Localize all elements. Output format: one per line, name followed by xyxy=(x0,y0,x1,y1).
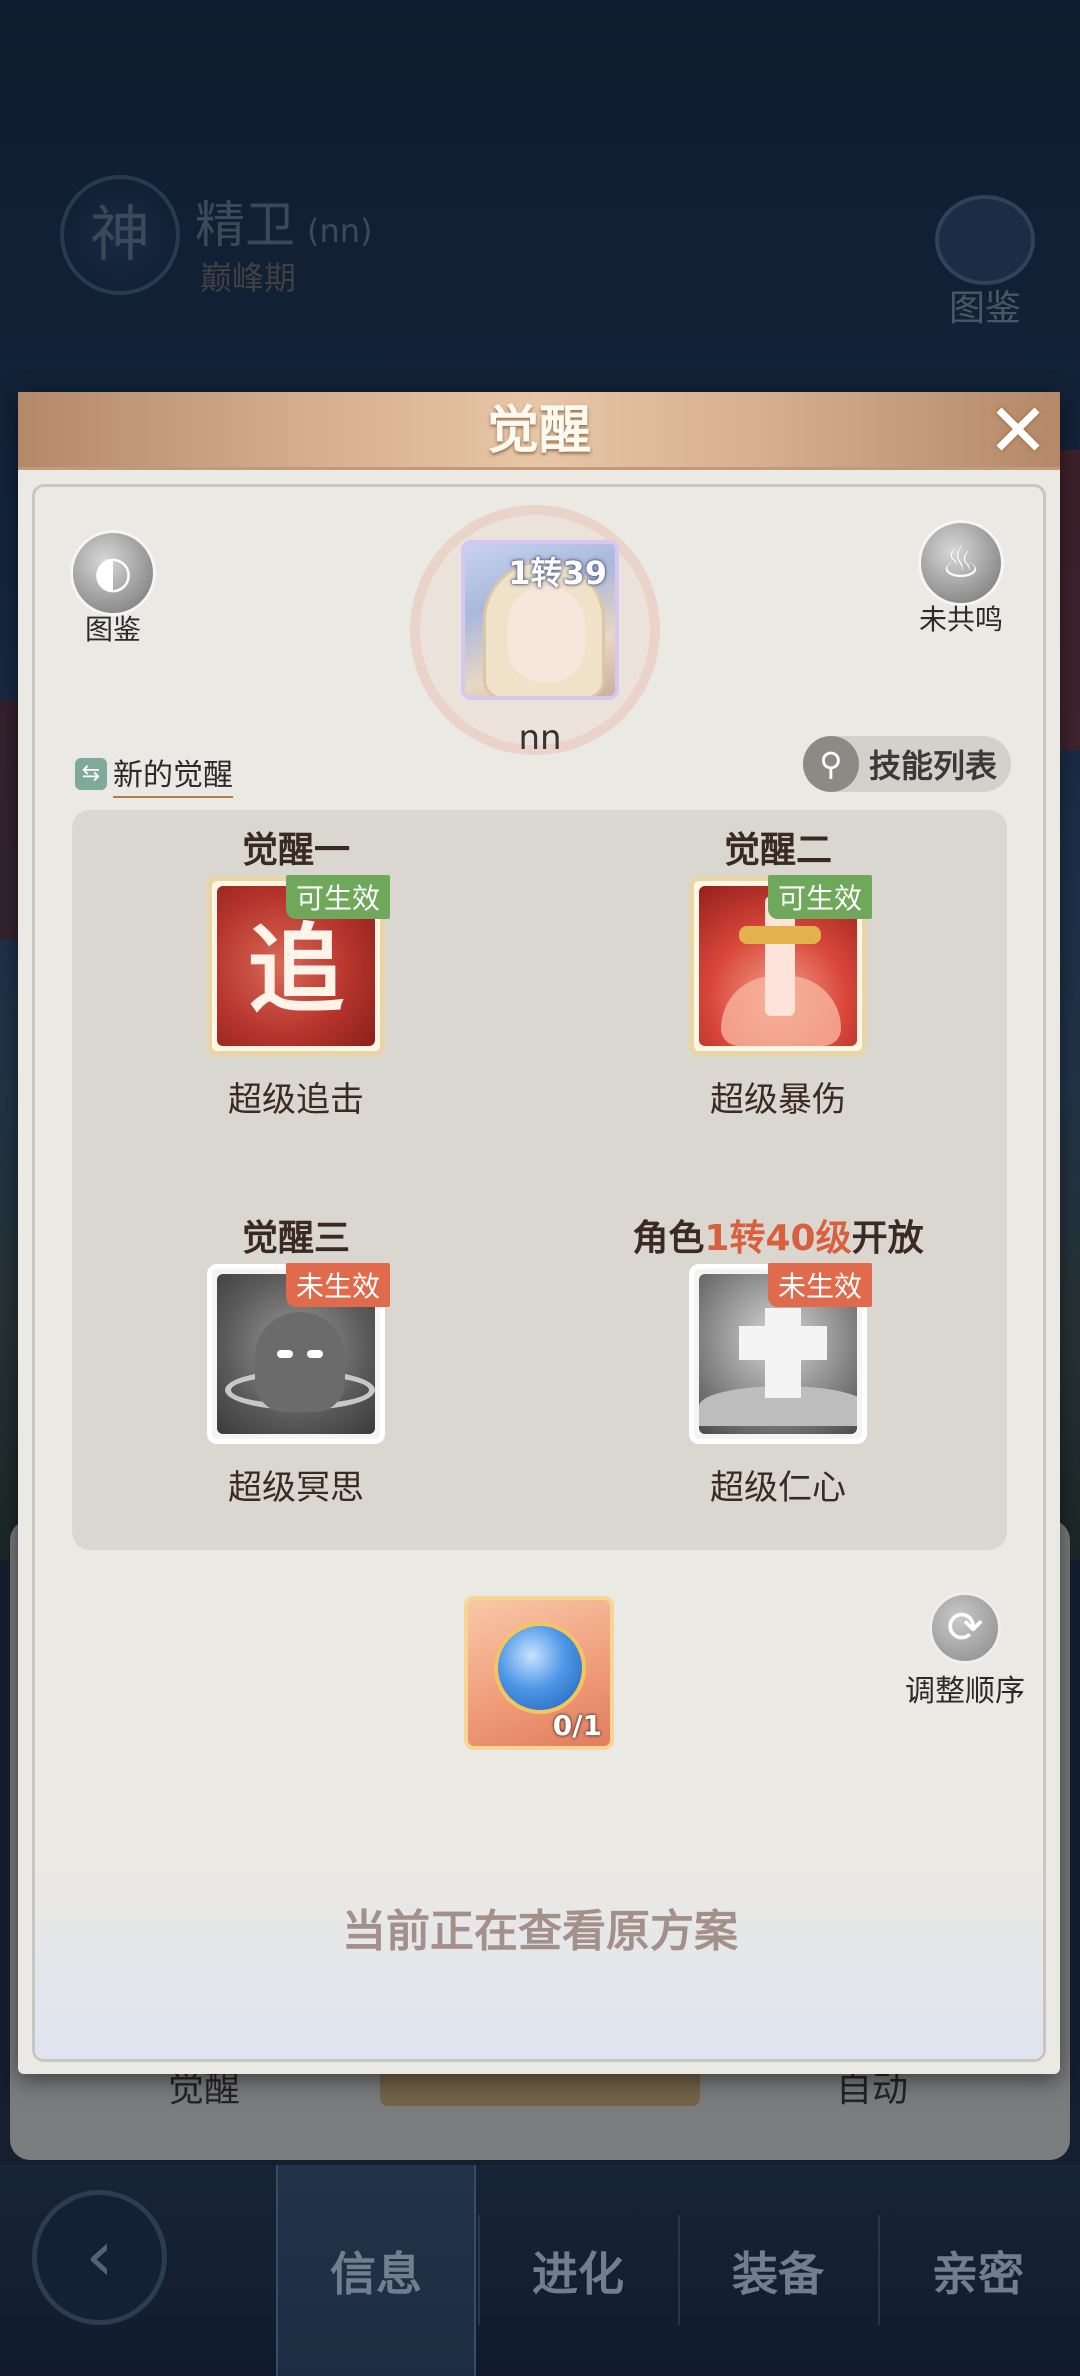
slot-icon[interactable]: 可生效 xyxy=(689,875,872,1056)
slot-icon[interactable]: 未生效 xyxy=(207,1263,390,1444)
swap-icon: ⇆ xyxy=(75,758,107,790)
status-badge: 未生效 xyxy=(285,1263,390,1307)
awakening-slot-2[interactable]: 觉醒二 可生效 超级暴伤 xyxy=(628,826,928,1121)
awakening-grid: 觉醒一 追 可生效 超级追击 觉醒二 可生效 超级暴伤 觉醒三 未生效 超级冥思… xyxy=(72,810,1007,1550)
hero-portrait[interactable]: 1转39 xyxy=(461,540,619,700)
cross-shape xyxy=(739,1326,827,1360)
viewing-plan-note: 当前正在查看原方案 xyxy=(342,1906,738,1957)
content-fade xyxy=(35,1859,1043,2059)
hero-face xyxy=(507,586,585,682)
eye-shape xyxy=(307,1350,323,1358)
slot-icon[interactable]: 追 可生效 xyxy=(207,875,390,1056)
status-badge: 可生效 xyxy=(767,875,872,919)
awakening-slot-3[interactable]: 觉醒三 未生效 超级冥思 xyxy=(146,1214,446,1509)
codex-button[interactable]: ◐ 图鉴 xyxy=(58,530,168,648)
slot-icon[interactable]: 未生效 xyxy=(689,1263,872,1444)
new-awakening-link[interactable]: ⇆ 新的觉醒 xyxy=(75,750,233,798)
hero-level-badge: 1转39 xyxy=(508,554,607,592)
awakening-material-item[interactable]: 0/1 xyxy=(464,1596,614,1750)
hero-name-label: nn xyxy=(518,718,562,758)
reorder-button[interactable]: ⟳ 调整顺序 xyxy=(880,1592,1050,1710)
devil-shape xyxy=(255,1312,345,1412)
sword-guard xyxy=(739,926,821,944)
item-count: 0/1 xyxy=(552,1709,602,1742)
requirement-level: 1转40级 xyxy=(704,1218,852,1259)
book-icon: ◐ xyxy=(70,530,156,616)
new-awakening-label: 新的觉醒 xyxy=(113,750,233,798)
slot-name: 超级冥思 xyxy=(228,1468,364,1508)
skill-list-label: 技能列表 xyxy=(869,747,998,785)
resonance-label: 未共鸣 xyxy=(918,603,1003,636)
slot-unlock-requirement: 角色1转40级开放 xyxy=(628,1214,928,1264)
close-icon[interactable]: ✕ xyxy=(982,394,1054,468)
refresh-icon: ⟳ xyxy=(929,1592,1001,1664)
slot-name: 超级追击 xyxy=(228,1080,364,1120)
requirement-prefix: 角色 xyxy=(632,1218,705,1259)
requirement-suffix: 开放 xyxy=(851,1218,924,1259)
dialog-title: 觉醒 xyxy=(486,400,591,461)
slot-title: 觉醒一 xyxy=(241,830,350,871)
flame-orb-icon: ♨ xyxy=(918,520,1004,606)
skill-list-button[interactable]: ⚲ 技能列表 xyxy=(803,736,1011,792)
status-badge: 未生效 xyxy=(767,1263,872,1307)
slot-name: 超级仁心 xyxy=(710,1468,846,1508)
slot-title: 觉醒二 xyxy=(723,830,832,871)
slot-name: 超级暴伤 xyxy=(710,1080,846,1120)
awakening-slot-1[interactable]: 觉醒一 追 可生效 超级追击 xyxy=(146,826,446,1121)
resonance-button[interactable]: ♨ 未共鸣 xyxy=(906,520,1016,638)
eye-shape xyxy=(277,1350,293,1358)
dialog-titlebar: 觉醒 ✕ xyxy=(18,392,1060,470)
search-icon: ⚲ xyxy=(803,736,859,792)
awakening-slot-4[interactable]: 角色1转40级开放 未生效 超级仁心 xyxy=(628,1214,928,1509)
slot-title: 觉醒三 xyxy=(241,1218,350,1259)
reorder-label: 调整顺序 xyxy=(905,1674,1025,1709)
codex-label: 图鉴 xyxy=(84,613,141,646)
status-badge: 可生效 xyxy=(285,875,390,919)
blue-orb-icon xyxy=(494,1622,586,1714)
